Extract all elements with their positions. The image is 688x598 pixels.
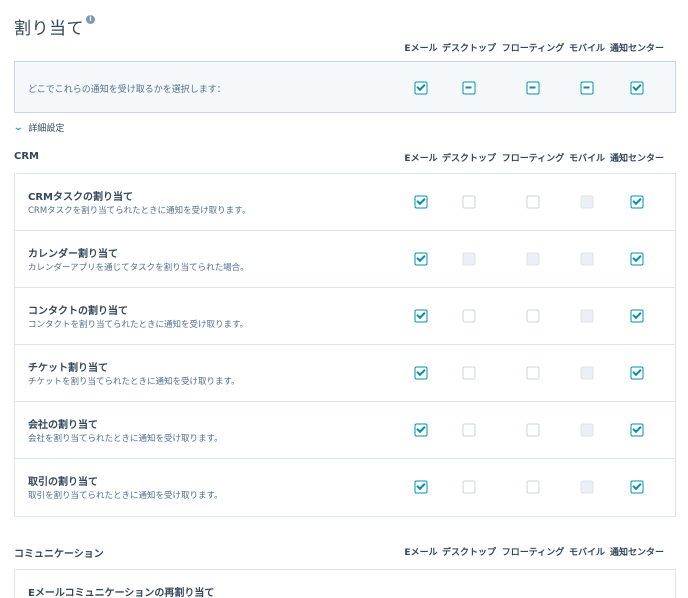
advanced-settings-label: 詳細設定 xyxy=(28,124,65,134)
column-header-mobile: モバイル xyxy=(568,154,606,164)
row-description: 取引を割り当てられたときに通知を受け取ります。 xyxy=(28,491,223,501)
checkbox-desktop[interactable] xyxy=(462,423,476,437)
checkbox-mobile xyxy=(580,423,594,437)
row-description: コンタクトを割り当てられたときに通知を受け取ります。 xyxy=(28,320,249,330)
column-header-floating: フローティング xyxy=(501,154,565,164)
column-header-notification-center: 通知センター xyxy=(609,154,665,164)
checkbox-notification-center[interactable] xyxy=(630,366,644,380)
summary-checkbox-desktop[interactable] xyxy=(462,81,476,95)
column-header-floating: フローティング xyxy=(501,44,565,54)
column-header-email: Eメール xyxy=(404,44,438,54)
checkbox-desktop xyxy=(462,252,476,266)
summary-checkbox-email[interactable] xyxy=(414,81,428,95)
checkbox-mobile xyxy=(580,195,594,209)
column-header-desktop: デスクトップ xyxy=(441,154,497,164)
communication-table: Eメールコミュニケーションの再割り当て xyxy=(14,569,676,598)
column-header-floating: フローティング xyxy=(501,548,565,558)
checkbox-floating[interactable] xyxy=(526,423,540,437)
checkbox-email[interactable] xyxy=(414,480,428,494)
row-title: 会社の割り当て xyxy=(28,420,98,431)
checkbox-desktop[interactable] xyxy=(462,366,476,380)
row-description: チケットを割り当てられたときに通知を受け取ります。 xyxy=(28,377,240,387)
page-title: 割り当て xyxy=(14,19,84,39)
checkbox-floating xyxy=(526,252,540,266)
checkbox-notification-center[interactable] xyxy=(630,480,644,494)
table-row: 会社の割り当て会社を割り当てられたときに通知を受け取ります。 xyxy=(15,402,675,459)
table-row: チケット割り当てチケットを割り当てられたときに通知を受け取ります。 xyxy=(15,345,675,402)
checkbox-mobile xyxy=(580,366,594,380)
checkbox-email[interactable] xyxy=(414,309,428,323)
row-description: 会社を割り当てられたときに通知を受け取ります。 xyxy=(28,434,223,444)
row-title: CRMタスクの割り当て xyxy=(28,192,133,203)
checkbox-email[interactable] xyxy=(414,252,428,266)
checkbox-mobile xyxy=(580,309,594,323)
summary-text: どこでこれらの通知を受け取るかを選択します： xyxy=(28,85,226,95)
column-headers: Eメール デスクトップ フローティング モバイル 通知センター xyxy=(0,41,688,55)
table-row: CRMタスクの割り当て CRMタスクを割り当てられたときに通知を受け取ります。 xyxy=(15,174,675,231)
checkbox-notification-center[interactable] xyxy=(630,423,644,437)
column-headers: Eメール デスクトップ フローティング モバイル 通知センター xyxy=(0,151,688,165)
checkbox-desktop[interactable] xyxy=(462,195,476,209)
checkbox-email[interactable] xyxy=(414,423,428,437)
row-description: CRMタスクを割り当てられたときに通知を受け取ります。 xyxy=(28,206,251,216)
row-description: カレンダーアプリを通じてタスクを割り当てられた場合。 xyxy=(28,263,249,273)
summary-checkbox-mobile[interactable] xyxy=(580,81,594,95)
checkbox-mobile xyxy=(580,480,594,494)
crm-table: CRMタスクの割り当て CRMタスクを割り当てられたときに通知を受け取ります。 カレ… xyxy=(14,173,676,517)
checkbox-floating[interactable] xyxy=(526,195,540,209)
checkbox-floating[interactable] xyxy=(526,366,540,380)
chevron-down-icon: ⌄ xyxy=(12,122,24,133)
checkbox-desktop[interactable] xyxy=(462,480,476,494)
column-header-mobile: モバイル xyxy=(568,44,606,54)
checkbox-email[interactable] xyxy=(414,195,428,209)
table-row: カレンダー割り当てカレンダーアプリを通じてタスクを割り当てられた場合。 xyxy=(15,231,675,288)
checkbox-email[interactable] xyxy=(414,366,428,380)
row-title: 取引の割り当て xyxy=(28,477,98,488)
column-header-email: Eメール xyxy=(404,548,438,558)
column-header-notification-center: 通知センター xyxy=(609,548,665,558)
table-row: 取引の割り当て取引を割り当てられたときに通知を受け取ります。 xyxy=(15,459,675,516)
table-row: コンタクトの割り当てコンタクトを割り当てられたときに通知を受け取ります。 xyxy=(15,288,675,345)
checkbox-mobile xyxy=(580,252,594,266)
summary-checkbox-floating[interactable] xyxy=(526,81,540,95)
checkbox-notification-center[interactable] xyxy=(630,252,644,266)
column-header-email: Eメール xyxy=(404,154,438,164)
column-header-notification-center: 通知センター xyxy=(609,44,665,54)
column-header-desktop: デスクトップ xyxy=(441,44,497,54)
row-title: チケット割り当て xyxy=(28,363,108,374)
column-headers: Eメール デスクトップ フローティング モバイル 通知センター xyxy=(0,545,688,559)
page-header: 割り当て i xyxy=(14,14,95,39)
summary-checkbox-notification-center[interactable] xyxy=(630,81,644,95)
row-title: カレンダー割り当て xyxy=(28,249,118,260)
checkbox-floating[interactable] xyxy=(526,309,540,323)
summary-panel: どこでこれらの通知を受け取るかを選択します： xyxy=(14,61,676,113)
checkbox-notification-center[interactable] xyxy=(630,309,644,323)
checkbox-floating[interactable] xyxy=(526,480,540,494)
row-title: コンタクトの割り当て xyxy=(28,306,128,317)
checkbox-desktop[interactable] xyxy=(462,309,476,323)
row-title: Eメールコミュニケーションの再割り当て xyxy=(28,588,215,598)
advanced-settings-toggle[interactable]: ⌄ 詳細設定 xyxy=(12,121,65,134)
info-icon[interactable]: i xyxy=(86,15,95,24)
checkbox-notification-center[interactable] xyxy=(630,195,644,209)
column-header-desktop: デスクトップ xyxy=(441,548,497,558)
column-header-mobile: モバイル xyxy=(568,548,606,558)
